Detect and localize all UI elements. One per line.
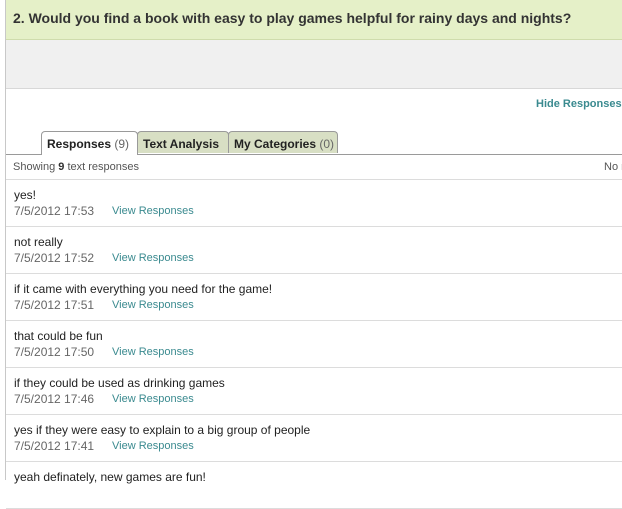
hide-responses-link[interactable]: Hide Responses: [536, 98, 622, 110]
response-text: if they could be used as drinking games: [14, 376, 225, 390]
showing-suffix: text responses: [67, 161, 139, 173]
tab-responses-count: (9): [114, 137, 130, 151]
list-item: yeah definately, new games are fun!: [6, 462, 622, 509]
response-text: if it came with everything you need for …: [14, 282, 273, 296]
showing-count: 9: [58, 161, 65, 173]
chart-placeholder-area: [6, 40, 622, 89]
list-item: that could be fun 7/5/2012 17:50 View Re…: [6, 321, 622, 368]
showing-bar: Showing 9 text responses No r: [6, 155, 622, 180]
list-item: yes! 7/5/2012 17:53 View Responses: [6, 180, 622, 227]
response-timestamp: 7/5/2012 17:51: [14, 298, 95, 312]
question-title: 2. Would you find a book with easy to pl…: [13, 10, 572, 26]
response-text: not really: [14, 235, 63, 249]
view-responses-link[interactable]: View Responses: [112, 252, 194, 264]
question-header: 2. Would you find a book with easy to pl…: [6, 0, 622, 40]
view-responses-link[interactable]: View Responses: [112, 440, 194, 452]
list-item: if they could be used as drinking games …: [6, 368, 622, 415]
tab-text-analysis[interactable]: Text Analysis: [137, 131, 229, 153]
response-text: that could be fun: [14, 329, 103, 343]
view-responses-link[interactable]: View Responses: [112, 346, 194, 358]
showing-count-text: Showing 9 text responses: [13, 161, 139, 173]
response-text: yes!: [14, 188, 37, 202]
showing-prefix: Showing: [13, 161, 56, 173]
response-timestamp: 7/5/2012 17:46: [14, 392, 95, 406]
tab-my-categories-count: (0): [319, 137, 335, 151]
tab-text-analysis-label: Text Analysis: [143, 137, 220, 151]
tab-my-categories[interactable]: My Categories (0): [228, 131, 338, 153]
view-responses-link[interactable]: View Responses: [112, 205, 194, 217]
response-timestamp: 7/5/2012 17:50: [14, 345, 95, 359]
showing-right-label: No r: [604, 161, 622, 173]
response-timestamp: 7/5/2012 17:52: [14, 251, 95, 265]
response-text: yes if they were easy to explain to a bi…: [14, 423, 311, 437]
list-item: yes if they were easy to explain to a bi…: [6, 415, 622, 462]
view-responses-link[interactable]: View Responses: [112, 299, 194, 311]
tab-responses-label: Responses: [47, 137, 112, 151]
tab-responses[interactable]: Responses (9): [41, 131, 138, 155]
response-timestamp: 7/5/2012 17:53: [14, 204, 95, 218]
tab-my-categories-label: My Categories: [234, 137, 317, 151]
list-item: not really 7/5/2012 17:52 View Responses: [6, 227, 622, 274]
response-timestamp: 7/5/2012 17:41: [14, 439, 95, 453]
question-panel: 2. Would you find a book with easy to pl…: [5, 0, 622, 509]
view-responses-link[interactable]: View Responses: [112, 393, 194, 405]
list-item: if it came with everything you need for …: [6, 274, 622, 321]
response-text: yeah definately, new games are fun!: [14, 470, 206, 484]
response-list: yes! 7/5/2012 17:53 View Responses not r…: [6, 180, 622, 509]
